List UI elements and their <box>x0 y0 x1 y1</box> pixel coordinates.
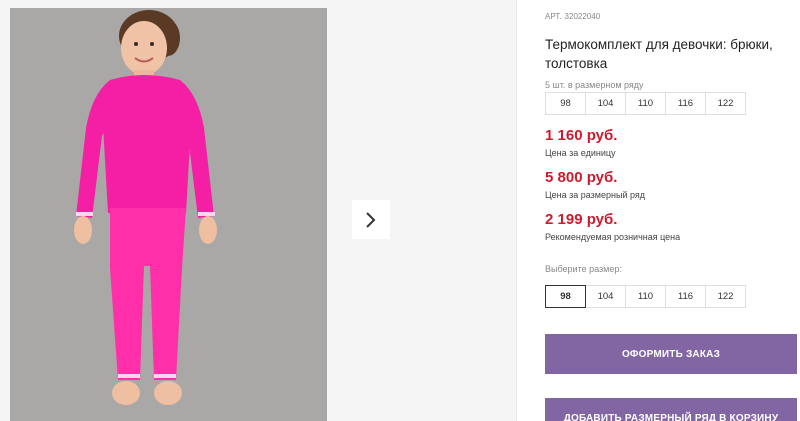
product-photo <box>10 8 327 421</box>
unit-price: 1 160 руб. <box>545 127 618 144</box>
girl-in-pink-thermal-set-image <box>10 8 327 421</box>
retail-price-label: Рекомендуемая розничная цена <box>545 232 681 242</box>
panel-divider <box>516 0 517 421</box>
row-price: 5 800 руб. <box>545 169 618 186</box>
retail-price: 2 199 руб. <box>545 211 618 228</box>
size-row-item: 116 <box>665 92 706 115</box>
size-picker-label: Выберите размер: <box>545 264 622 274</box>
chevron-right-icon <box>366 211 376 228</box>
size-row-note: 5 шт. в размерном ряду <box>545 80 644 90</box>
product-title: Термокомплект для девочки: брюки, толсто… <box>545 37 773 71</box>
unit-price-label: Цена за единицу <box>545 148 616 158</box>
size-row-list: 98 104 110 116 122 <box>545 92 746 115</box>
article-number: 32022040 <box>564 12 601 21</box>
size-row-item: 110 <box>625 92 666 115</box>
gallery-next-button[interactable] <box>352 200 390 239</box>
size-row-item: 98 <box>545 92 586 115</box>
size-option-122[interactable]: 122 <box>705 285 746 308</box>
size-option-104[interactable]: 104 <box>585 285 626 308</box>
size-row-item: 122 <box>705 92 746 115</box>
row-price-label: Цена за размерный ряд <box>545 190 646 200</box>
product-gallery <box>0 0 516 421</box>
size-option-110[interactable]: 110 <box>625 285 666 308</box>
size-picker: 98 104 110 116 122 <box>545 285 746 308</box>
add-size-row-to-cart-button[interactable]: ДОБАВИТЬ РАЗМЕРНЫЙ РЯД В КОРЗИНУ <box>545 398 797 421</box>
article-label: АРТ. <box>545 12 562 21</box>
checkout-button[interactable]: ОФОРМИТЬ ЗАКАЗ <box>545 334 797 374</box>
size-row-item: 104 <box>585 92 626 115</box>
product-info-panel: АРТ. 32022040 Термокомплект для девочки: … <box>545 0 800 421</box>
size-option-98[interactable]: 98 <box>545 285 586 308</box>
size-option-116[interactable]: 116 <box>665 285 706 308</box>
article: АРТ. 32022040 <box>545 12 600 21</box>
